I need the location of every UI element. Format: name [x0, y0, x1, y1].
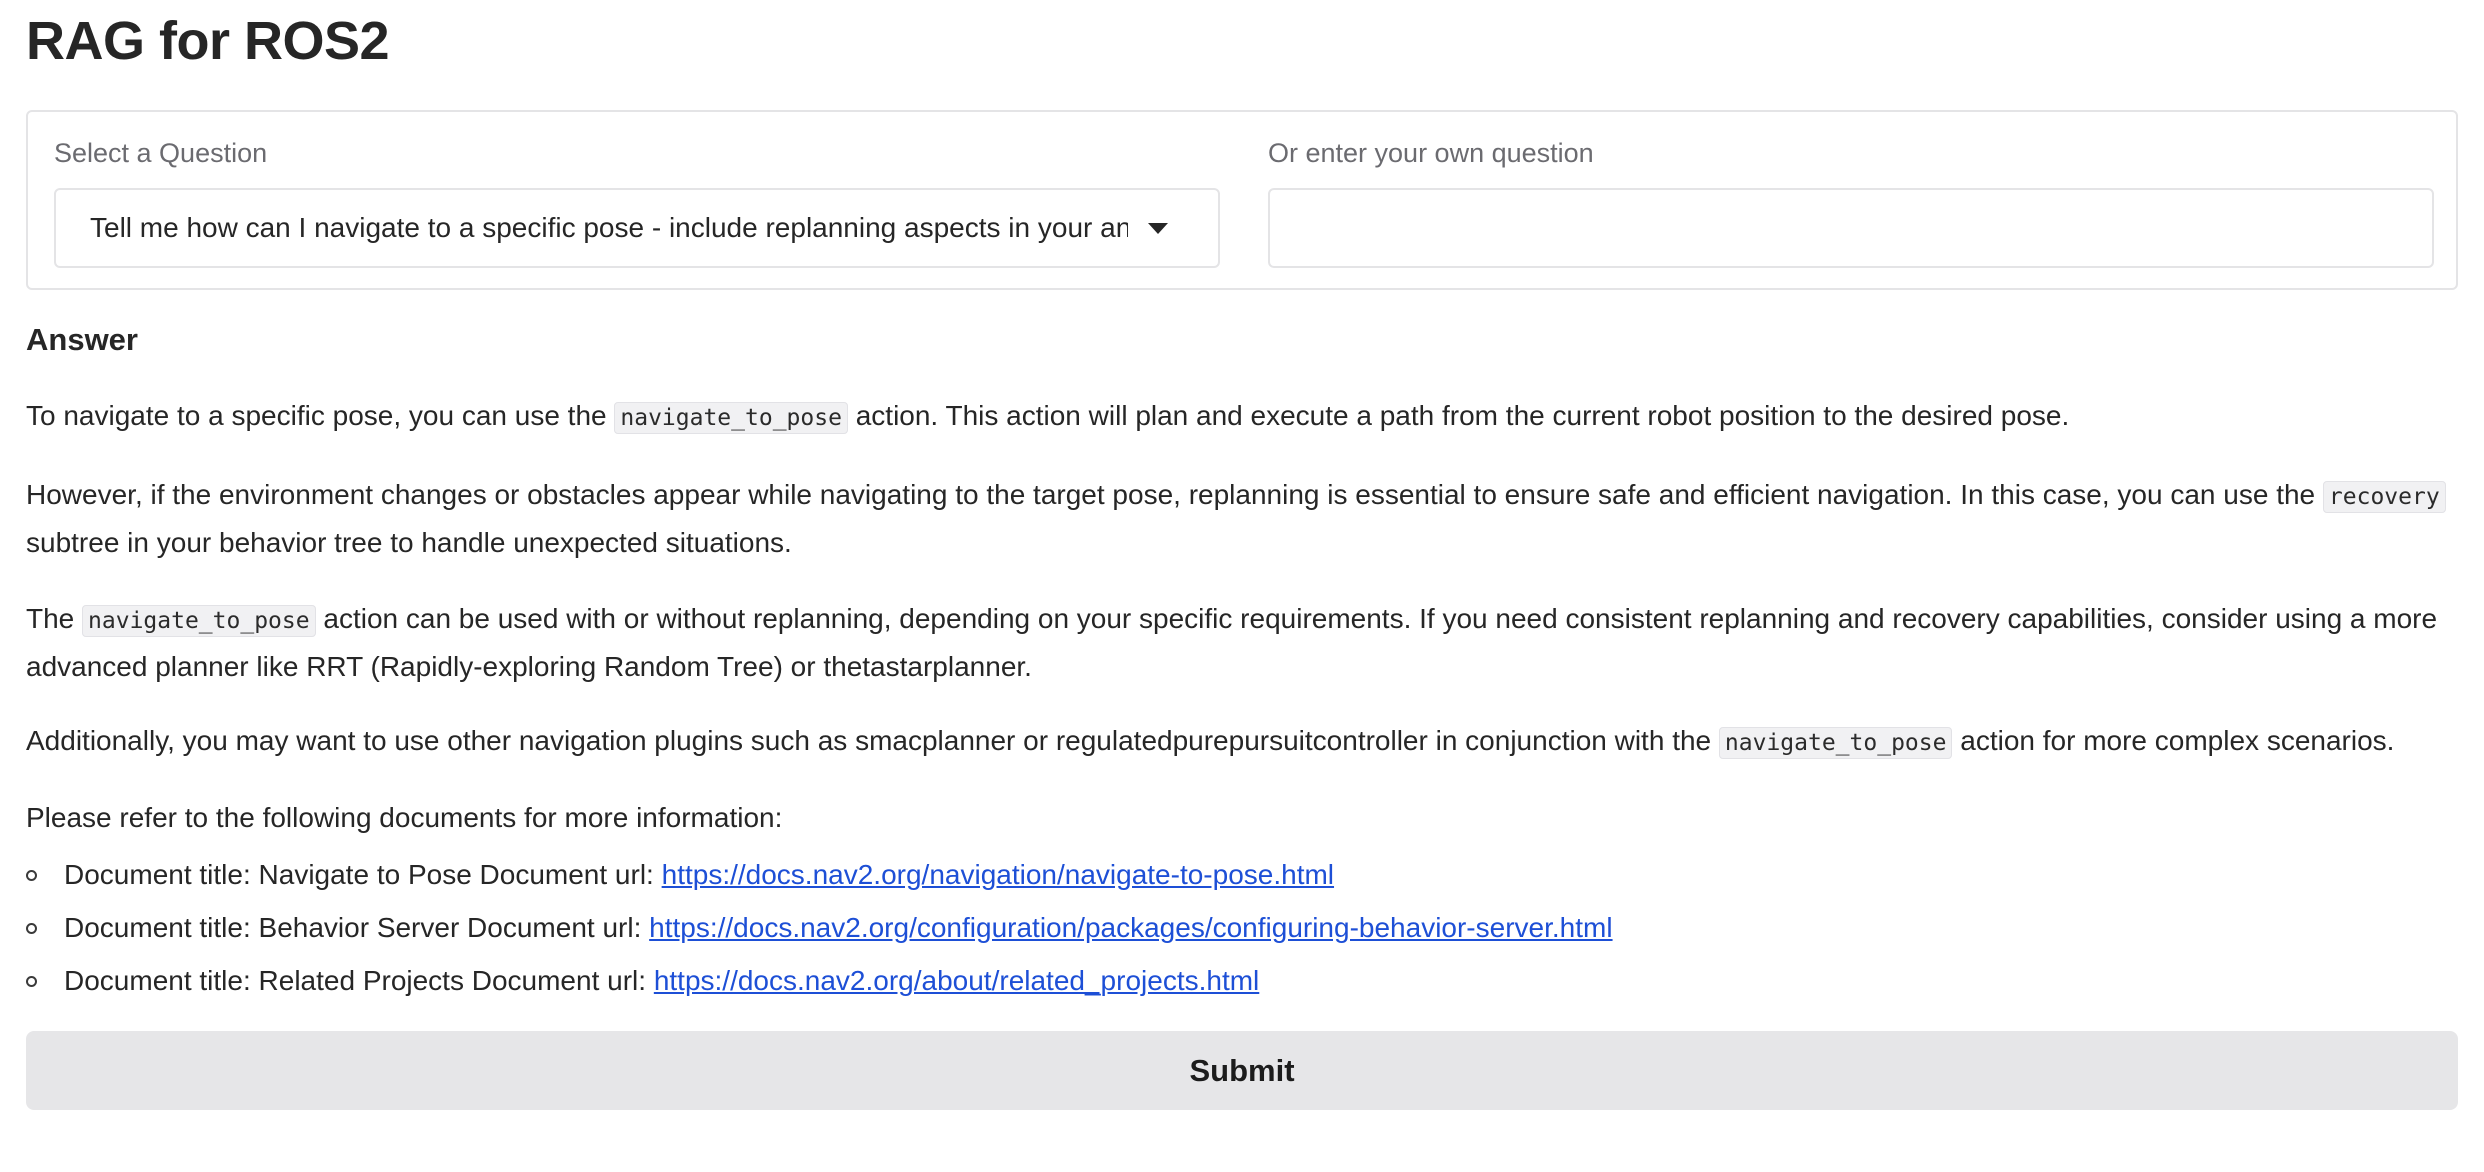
- reference-link[interactable]: https://docs.nav2.org/about/related_proj…: [654, 965, 1259, 996]
- answer-text: action can be used with or without repla…: [26, 603, 2438, 682]
- references-list: Document title: Navigate to Pose Documen…: [26, 848, 1613, 1007]
- circle-bullet-icon: [26, 870, 37, 881]
- answer-text: To navigate to a specific pose, you can …: [26, 400, 615, 431]
- inline-code: navigate_to_pose: [1718, 727, 1953, 759]
- answer-text: subtree in your behavior tree to handle …: [26, 527, 792, 558]
- list-item: Document title: Related Projects Documen…: [26, 954, 1613, 1007]
- reference-link[interactable]: https://docs.nav2.org/navigation/navigat…: [662, 859, 1334, 890]
- reference-prefix: Document title: Related Projects Documen…: [64, 965, 654, 996]
- reference-prefix: Document title: Behavior Server Document…: [64, 912, 650, 943]
- reference-prefix: Document title: Navigate to Pose Documen…: [64, 859, 662, 890]
- submit-button[interactable]: Submit: [26, 1031, 2458, 1110]
- question-select-value: Tell me how can I navigate to a specific…: [90, 212, 1128, 243]
- question-form: Select a Question Tell me how can I navi…: [26, 110, 2458, 290]
- answer-text: The: [26, 603, 83, 634]
- select-question-label: Select a Question: [54, 138, 268, 168]
- inline-code: navigate_to_pose: [614, 402, 848, 434]
- references-intro: Please refer to the following documents …: [26, 802, 783, 833]
- page: RAG for ROS2 Select a Question Tell me h…: [0, 0, 2484, 1172]
- chevron-down-icon[interactable]: [1148, 222, 1168, 234]
- inline-code: recovery: [2322, 481, 2446, 513]
- answer-paragraph-3: The navigate_to_pose action can be used …: [26, 596, 2446, 689]
- answer-text: action. This action will plan and execut…: [847, 400, 2070, 431]
- custom-question-label: Or enter your own question: [1268, 138, 1594, 168]
- question-select[interactable]: Tell me how can I navigate to a specific…: [54, 188, 1220, 268]
- answer-paragraph-2: However, if the environment changes or o…: [26, 472, 2446, 565]
- inline-code: navigate_to_pose: [82, 605, 316, 637]
- answer-text: However, if the environment changes or o…: [26, 479, 2323, 510]
- page-title: RAG for ROS2: [26, 11, 390, 71]
- list-item: Document title: Navigate to Pose Documen…: [26, 848, 1613, 901]
- answer-paragraph-1: To navigate to a specific pose, you can …: [26, 393, 2446, 441]
- answer-paragraph-4: Additionally, you may want to use other …: [26, 718, 2446, 766]
- circle-bullet-icon: [26, 976, 37, 987]
- answer-text: action for more complex scenarios.: [1952, 725, 2395, 756]
- reference-link[interactable]: https://docs.nav2.org/configuration/pack…: [649, 912, 1612, 943]
- custom-question-input[interactable]: [1268, 188, 2434, 268]
- answer-text: Additionally, you may want to use other …: [26, 725, 1719, 756]
- circle-bullet-icon: [26, 923, 37, 934]
- list-item: Document title: Behavior Server Document…: [26, 901, 1613, 954]
- answer-heading: Answer: [26, 322, 138, 357]
